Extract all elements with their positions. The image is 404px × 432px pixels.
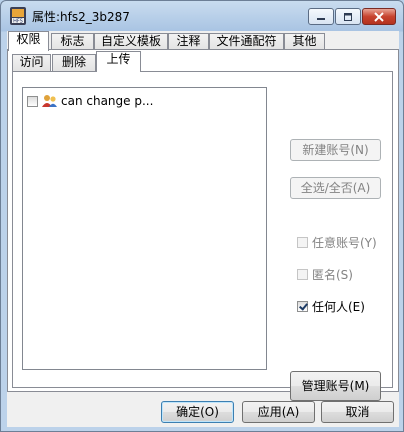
subtab-delete[interactable]: 删除	[52, 54, 96, 71]
select-all-button[interactable]: 全选/全否(A)	[290, 177, 381, 199]
properties-window: HFS 属性:hfs2_3b287 权限 标志 自定义模板 注释 文件通配符 其…	[0, 0, 404, 432]
maximize-icon	[344, 12, 352, 21]
subtab-upload[interactable]: 上传	[96, 51, 141, 72]
tab-other[interactable]: 其他	[284, 33, 325, 50]
subtab-access[interactable]: 访问	[12, 54, 51, 71]
tab-comments[interactable]: 注释	[168, 33, 209, 50]
permissions-panel: 访问 删除 上传 can change p... 新建账号(N) 全选/全否(A…	[7, 49, 399, 401]
account-label: can change p...	[61, 94, 154, 108]
any-account-checkbox[interactable]	[297, 236, 308, 248]
close-icon	[374, 11, 384, 22]
anonymous-label: 匿名(S)	[312, 267, 353, 282]
close-button[interactable]	[362, 8, 396, 25]
accounts-list[interactable]: can change p...	[22, 87, 267, 370]
title-bar[interactable]: HFS 属性:hfs2_3b287	[1, 1, 403, 31]
main-tab-strip: 权限 标志 自定义模板 注释 文件通配符 其他	[7, 31, 399, 51]
ok-button[interactable]: 确定(O)	[161, 401, 234, 423]
apply-button[interactable]: 应用(A)	[242, 401, 315, 423]
svg-text:HFS: HFS	[13, 19, 23, 25]
any-account-option[interactable]: 任意账号(Y)	[297, 234, 377, 250]
tab-file-masks[interactable]: 文件通配符	[209, 33, 284, 50]
list-item[interactable]: can change p...	[27, 93, 153, 109]
account-checkbox[interactable]	[27, 95, 38, 107]
anonymous-checkbox[interactable]	[297, 268, 308, 280]
minimize-icon	[317, 17, 325, 20]
anyone-option[interactable]: 任何人(E)	[297, 298, 365, 314]
tab-permissions[interactable]: 权限	[8, 31, 49, 51]
minimize-button[interactable]	[308, 8, 334, 25]
cancel-button[interactable]: 取消	[321, 401, 394, 423]
new-account-button[interactable]: 新建账号(N)	[290, 139, 381, 161]
users-icon	[42, 95, 57, 107]
anyone-checkbox[interactable]	[297, 300, 308, 312]
tab-custom-template[interactable]: 自定义模板	[94, 33, 168, 50]
tab-flags[interactable]: 标志	[51, 33, 94, 50]
any-account-label: 任意账号(Y)	[312, 235, 377, 250]
dialog-body: 权限 标志 自定义模板 注释 文件通配符 其他 访问 删除 上传 can cha…	[7, 31, 399, 427]
anonymous-option[interactable]: 匿名(S)	[297, 266, 353, 282]
hfs-app-icon: HFS	[10, 7, 26, 25]
anyone-label: 任何人(E)	[312, 299, 365, 314]
maximize-button[interactable]	[335, 8, 361, 25]
manage-accounts-button[interactable]: 管理账号(M)	[290, 371, 381, 401]
window-title: 属性:hfs2_3b287	[32, 10, 130, 24]
